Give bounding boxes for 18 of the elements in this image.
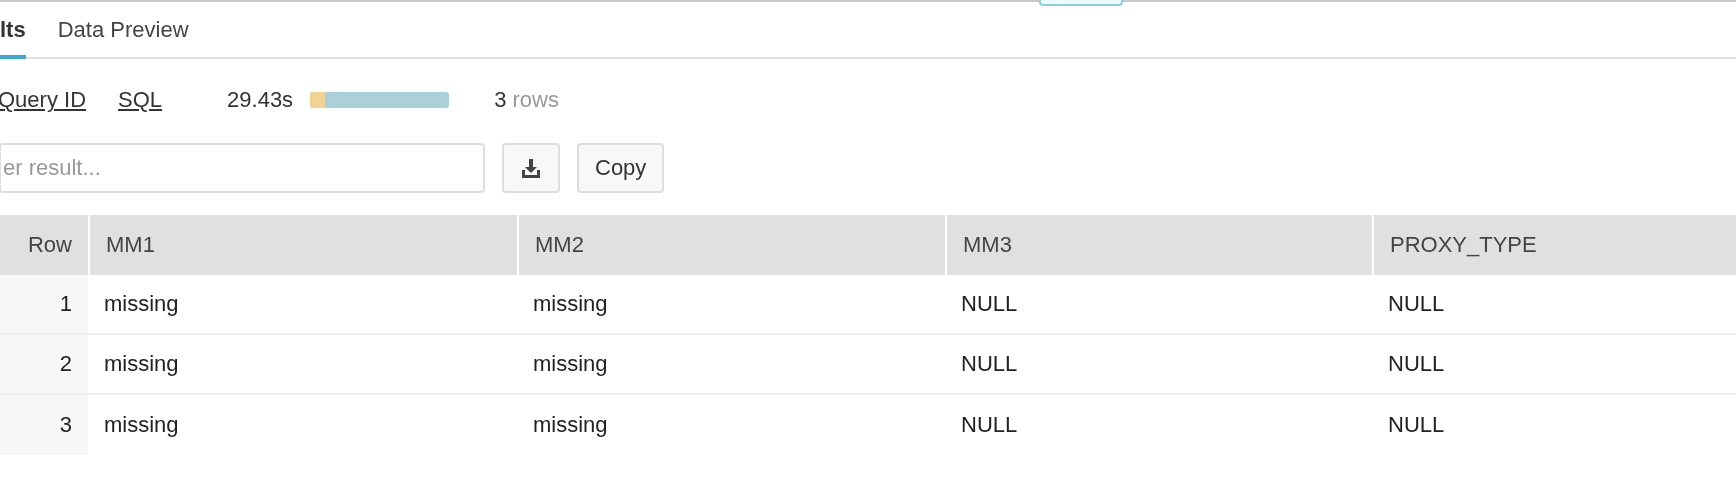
row-number: 1 xyxy=(0,275,88,335)
column-header[interactable]: MM2 xyxy=(517,215,945,275)
sql-link[interactable]: SQL xyxy=(118,87,163,113)
column-header[interactable]: Row xyxy=(0,215,88,275)
download-icon xyxy=(520,157,542,179)
copy-button[interactable]: Copy xyxy=(577,143,665,193)
tab[interactable]: Data Preview xyxy=(57,17,189,59)
row-number: 3 xyxy=(0,395,88,455)
column-header[interactable]: PROXY_TYPE xyxy=(1372,215,1736,275)
download-button[interactable] xyxy=(502,143,560,193)
column-header[interactable]: MM3 xyxy=(945,215,1372,275)
tab[interactable]: lts xyxy=(0,17,26,59)
row-number: 2 xyxy=(0,335,88,395)
column-header[interactable]: MM1 xyxy=(88,215,517,275)
filter-field[interactable]: er result... xyxy=(0,143,485,193)
resize-handle[interactable] xyxy=(1039,0,1123,6)
duration: 29.43s xyxy=(227,87,294,113)
row-count: 3 rows xyxy=(494,87,559,113)
